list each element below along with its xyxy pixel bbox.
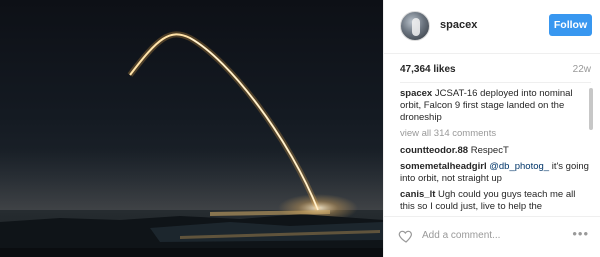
comment-item: canis_lt Ugh could you guys teach me all… (400, 189, 589, 212)
likes-row: 47,364 likes 22w (400, 64, 591, 78)
post-sidebar: spacex Follow 47,364 likes 22w spacex JC… (383, 0, 600, 257)
comment-username[interactable]: countteodor.88 (400, 145, 468, 156)
follow-button[interactable]: Follow (549, 14, 592, 36)
username-link[interactable]: spacex (440, 19, 477, 31)
comment-username[interactable]: somemetalheadgirl (400, 161, 487, 172)
caption: spacex JCSAT-16 deployed into nominal or… (400, 88, 589, 124)
comment-mention[interactable]: @db_photog_ (489, 161, 549, 172)
view-all-comments-link[interactable]: view all 314 comments (400, 128, 589, 140)
post-footer: Add a comment... ••• (384, 216, 600, 257)
comment-item: countteodor.88 RespecT (400, 145, 589, 157)
divider (400, 82, 591, 83)
caption-username[interactable]: spacex (400, 88, 432, 99)
heart-icon[interactable] (398, 228, 414, 244)
rocket-launch-photo (0, 31, 383, 257)
add-comment-input[interactable]: Add a comment... (422, 230, 500, 241)
comment-item: somemetalheadgirl @db_photog_ it's going… (400, 161, 589, 185)
avatar-image (412, 18, 420, 36)
more-options-icon[interactable]: ••• (572, 226, 589, 241)
avatar[interactable] (400, 11, 430, 41)
comments-list: spacex JCSAT-16 deployed into nominal or… (400, 88, 589, 212)
comments-scrollbar[interactable] (589, 88, 593, 130)
instagram-post: spacex Follow 47,364 likes 22w spacex JC… (0, 0, 600, 257)
likes-count[interactable]: 47,364 likes (400, 64, 456, 75)
post-image[interactable] (0, 0, 383, 257)
comment-username[interactable]: canis_lt (400, 189, 435, 200)
post-age[interactable]: 22w (573, 64, 591, 75)
post-header: spacex Follow (384, 0, 600, 54)
comment-text: RespecT (470, 145, 509, 156)
